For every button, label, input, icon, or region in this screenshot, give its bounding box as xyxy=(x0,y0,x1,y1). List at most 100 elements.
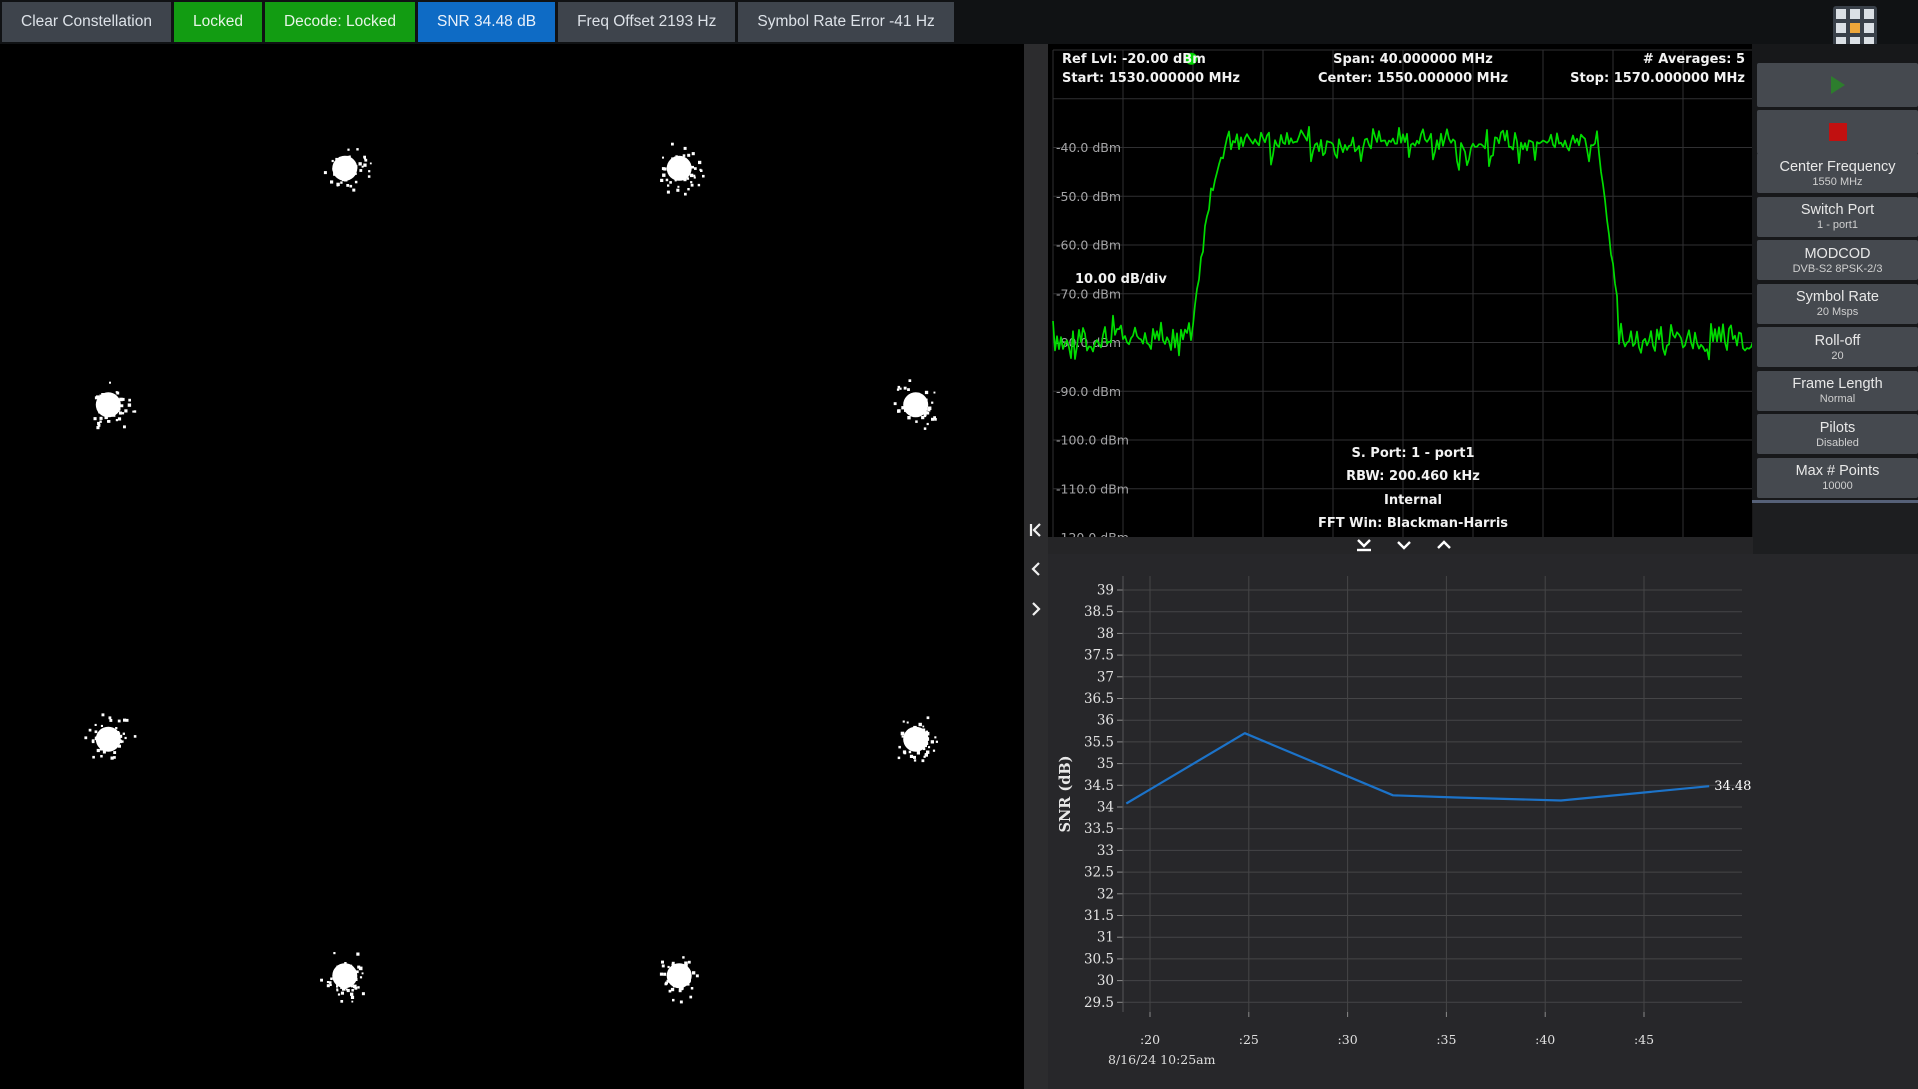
snr-y-tick: 33 xyxy=(1097,843,1114,859)
spectrum-y-tick: -50.0 dBm xyxy=(1056,189,1121,204)
chevron-down-icon xyxy=(1393,537,1415,553)
spectrum-ref-level: Ref Lvl: -20.00 dBm xyxy=(1062,52,1206,67)
spectrum-panel: -40.0 dBm-50.0 dBm-60.0 dBm-70.0 dBm-80.… xyxy=(1048,44,1753,537)
sidebar-button-title: Pilots xyxy=(1820,420,1855,436)
constellation-plot xyxy=(0,44,1024,1089)
sidebar-button-value: DVB-S2 8PSK-2/3 xyxy=(1793,263,1883,275)
constellation-panel xyxy=(0,44,1024,1089)
snr-date-label: 8/16/24 10:25am xyxy=(1108,1052,1216,1067)
sidebar-button-symbol-rate[interactable]: Symbol Rate20 Msps xyxy=(1757,284,1918,324)
spectrum-y-tick: -100.0 dBm xyxy=(1056,433,1129,448)
sidebar-bottom-accent xyxy=(1752,500,1918,503)
control-sidebar: Center Frequency1550 MHzSwitch Port1 - p… xyxy=(1752,44,1918,503)
sidebar-button-modcod[interactable]: MODCODDVB-S2 8PSK-2/3 xyxy=(1757,240,1918,280)
sidebar-button-title: Center Frequency xyxy=(1779,159,1895,175)
snr-y-tick: 36 xyxy=(1097,713,1114,729)
spectrum-y-tick: -60.0 dBm xyxy=(1056,238,1121,253)
snr-x-tick: :40 xyxy=(1535,1032,1555,1047)
stop-button[interactable] xyxy=(1757,110,1918,154)
sidebar-button-roll-off[interactable]: Roll-off20 xyxy=(1757,327,1918,367)
toolbar-buttons: Clear ConstellationLockedDecode: LockedS… xyxy=(2,2,954,42)
grid-cell xyxy=(1864,9,1874,19)
snr-y-tick: 34 xyxy=(1097,800,1114,816)
snr-chart-plot: :20 :25 :30 :35 :40 :45 39 38.5 38 37.5 37 36.5 36 35… xyxy=(1048,554,1918,1089)
spectrum-y-tick: -120.0 dBm xyxy=(1056,530,1129,537)
top-toolbar: Clear ConstellationLockedDecode: LockedS… xyxy=(0,0,1918,44)
grow-left-button[interactable] xyxy=(1025,597,1047,623)
toolbar-button-symbol-rate-error-41-hz[interactable]: Symbol Rate Error -41 Hz xyxy=(738,2,953,42)
spectrum-y-tick: -70.0 dBm xyxy=(1056,286,1121,301)
grow-spectrum-button[interactable] xyxy=(1431,537,1457,554)
chevron-left-icon xyxy=(1027,560,1045,578)
sidebar-button-title: Symbol Rate xyxy=(1796,289,1879,305)
chevron-up-icon xyxy=(1433,537,1455,553)
collapse-left-button[interactable] xyxy=(1025,518,1047,544)
sidebar-button-value: Normal xyxy=(1820,393,1855,405)
spectrum-y-tick: -110.0 dBm xyxy=(1056,481,1129,496)
sidebar-button-title: Max # Points xyxy=(1796,463,1880,479)
toolbar-button-locked[interactable]: Locked xyxy=(174,2,262,42)
stop-icon xyxy=(1828,122,1848,142)
snr-y-tick: 38.5 xyxy=(1084,604,1114,620)
play-button[interactable] xyxy=(1757,63,1918,107)
snr-x-tick: :20 xyxy=(1140,1032,1160,1047)
spectrum-plot: -40.0 dBm-50.0 dBm-60.0 dBm-70.0 dBm-80.… xyxy=(1048,44,1753,537)
snr-y-tick: 35.5 xyxy=(1084,734,1114,750)
snr-x-tick: :30 xyxy=(1338,1032,1358,1047)
snr-y-tick: 31.5 xyxy=(1084,908,1114,924)
spectrum-fft-window: FFT Win: Blackman-Harris xyxy=(1318,516,1508,531)
grid-cell xyxy=(1850,9,1860,19)
spectrum-y-tick: -40.0 dBm xyxy=(1056,140,1121,155)
snr-y-tick: 32.5 xyxy=(1084,865,1114,881)
collapse-bottom-button[interactable] xyxy=(1351,537,1377,554)
snr-x-tick: :25 xyxy=(1239,1032,1259,1047)
snr-y-tick: 31 xyxy=(1097,930,1114,946)
grid-icon xyxy=(1836,9,1874,47)
snr-y-tick: 37.5 xyxy=(1084,648,1114,664)
snr-y-tick: 38 xyxy=(1097,626,1114,642)
spectrum-averages: # Averages: 5 xyxy=(1643,52,1745,67)
play-icon xyxy=(1828,75,1848,95)
grid-cell xyxy=(1836,23,1846,33)
sidebar-button-value: 10000 xyxy=(1822,480,1853,492)
sidebar-button-value: Disabled xyxy=(1816,437,1859,449)
snr-y-tick: 30.5 xyxy=(1084,951,1114,967)
sidebar-button-title: Switch Port xyxy=(1801,202,1874,218)
spectrum-source-port: S. Port: 1 - port1 xyxy=(1351,446,1474,461)
sidebar-button-value: 1550 MHz xyxy=(1812,176,1862,188)
snr-y-tick: 37 xyxy=(1097,669,1114,685)
sidebar-button-center-frequency[interactable]: Center Frequency1550 MHz xyxy=(1757,153,1918,193)
sidebar-button-pilots[interactable]: PilotsDisabled xyxy=(1757,414,1918,454)
spectrum-start-freq: Start: 1530.000000 MHz xyxy=(1062,71,1240,86)
spectrum-collapse-strip xyxy=(1048,537,1753,554)
toolbar-button-clear-constellation[interactable]: Clear Constellation xyxy=(2,2,171,42)
shrink-left-button[interactable] xyxy=(1025,557,1047,583)
shrink-spectrum-button[interactable] xyxy=(1391,537,1417,554)
spectrum-y-tick: -90.0 dBm xyxy=(1056,384,1121,399)
snr-x-tick: :45 xyxy=(1634,1032,1654,1047)
collapse-left-icon xyxy=(1027,521,1045,539)
chevron-right-icon xyxy=(1027,600,1045,618)
snr-line xyxy=(1126,733,1709,803)
spectrum-stop-freq: Stop: 1570.000000 MHz xyxy=(1570,71,1745,86)
snr-y-tick: 39 xyxy=(1097,583,1114,599)
snr-y-tick: 35 xyxy=(1097,756,1114,772)
snr-y-tick: 30 xyxy=(1097,973,1114,989)
sidebar-button-switch-port[interactable]: Switch Port1 - port1 xyxy=(1757,197,1918,237)
spectrum-reference: Internal xyxy=(1384,493,1442,508)
snr-y-tick: 33.5 xyxy=(1084,821,1114,837)
snr-y-axis-label: SNR (dB) xyxy=(1057,756,1074,833)
grid-cell xyxy=(1864,23,1874,33)
chevron-down-underline-icon xyxy=(1353,537,1375,553)
sidebar-button-max-points[interactable]: Max # Points10000 xyxy=(1757,458,1918,498)
grid-cell xyxy=(1836,9,1846,19)
panel-splitter[interactable] xyxy=(1024,44,1048,1089)
snr-y-tick: 29.5 xyxy=(1084,995,1114,1011)
toolbar-button-decode-locked[interactable]: Decode: Locked xyxy=(265,2,415,42)
snr-y-tick: 36.5 xyxy=(1084,691,1114,707)
toolbar-button-snr-34-48-db[interactable]: SNR 34.48 dB xyxy=(418,2,555,42)
snr-x-tick: :35 xyxy=(1436,1032,1456,1047)
sidebar-button-frame-length[interactable]: Frame LengthNormal xyxy=(1757,371,1918,411)
toolbar-button-freq-offset-2193-hz[interactable]: Freq Offset 2193 Hz xyxy=(558,2,735,42)
snr-chart-panel: :20 :25 :30 :35 :40 :45 39 38.5 38 37.5 37 36.5 36 35… xyxy=(1048,554,1918,1089)
